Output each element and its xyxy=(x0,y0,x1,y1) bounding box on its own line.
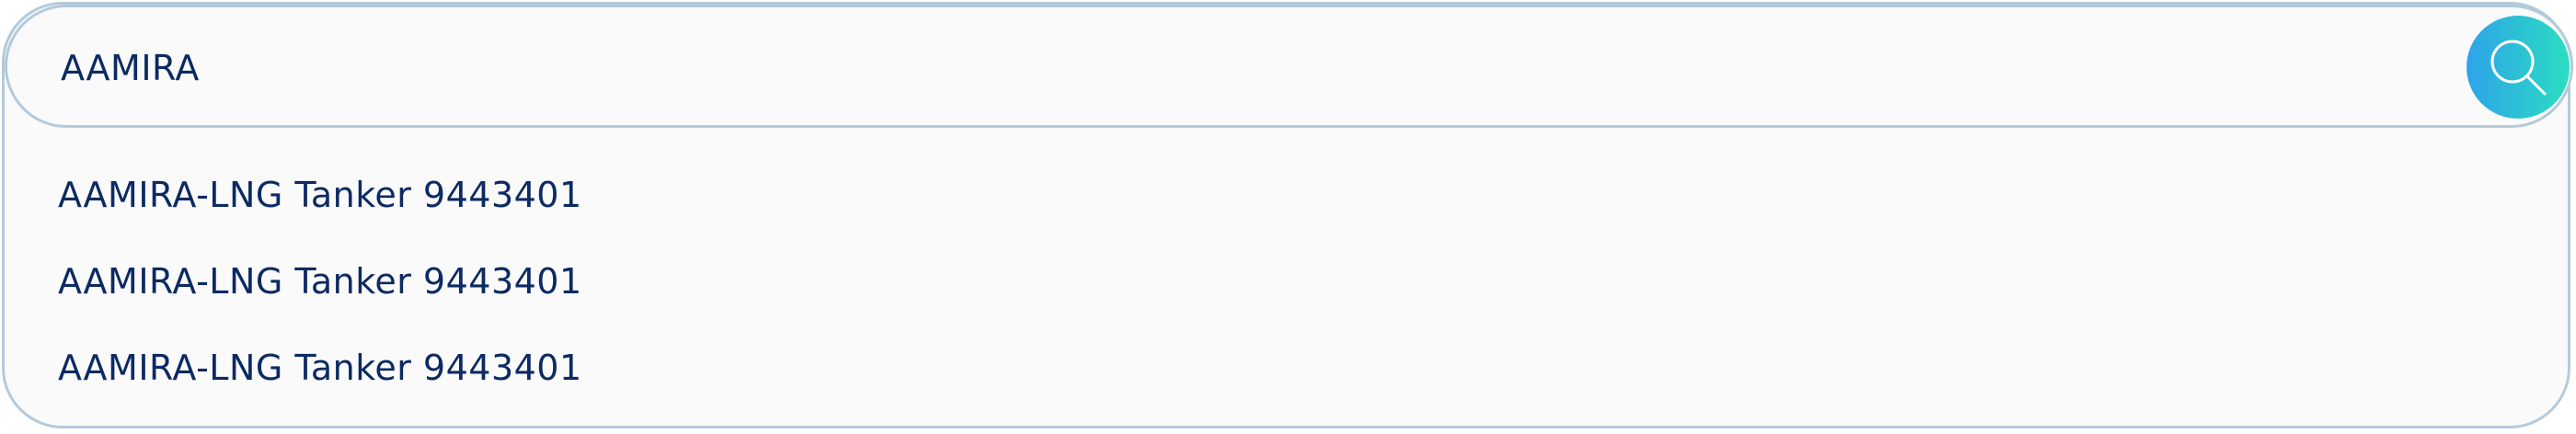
search-bar xyxy=(5,5,2573,128)
search-result-item[interactable]: AAMIRA-LNG Tanker 9443401 xyxy=(58,334,582,420)
search-button[interactable] xyxy=(2467,16,2570,119)
search-input[interactable] xyxy=(61,40,2361,96)
search-icon xyxy=(2490,40,2547,96)
search-result-item[interactable]: AAMIRA-LNG Tanker 9443401 xyxy=(58,247,582,334)
search-dropdown: AAMIRA-LNG Tanker 9443401 AAMIRA-LNG Tan… xyxy=(2,2,2573,428)
search-results-list: AAMIRA-LNG Tanker 9443401 AAMIRA-LNG Tan… xyxy=(58,161,582,420)
search-result-item[interactable]: AAMIRA-LNG Tanker 9443401 xyxy=(58,161,582,247)
